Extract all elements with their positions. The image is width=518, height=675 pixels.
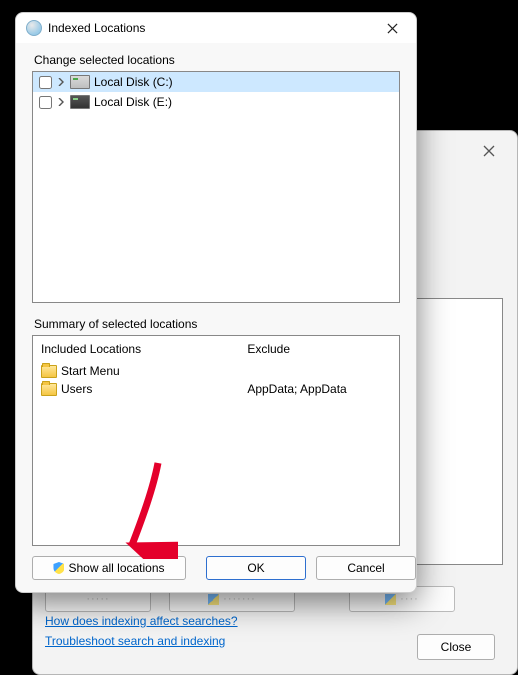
expander-icon[interactable]: [56, 77, 66, 87]
tree-checkbox-e[interactable]: [39, 96, 52, 109]
change-locations-label: Change selected locations: [34, 53, 400, 67]
exclude-value: [247, 362, 391, 380]
locations-tree[interactable]: Local Disk (C:) Local Disk (E:): [32, 71, 400, 303]
dialog-button-row: Show all locations OK Cancel: [32, 556, 400, 580]
exclude-column: Exclude AppData; AppData: [239, 336, 399, 545]
indexing-icon: [26, 20, 42, 36]
ok-label: OK: [247, 561, 264, 575]
ok-button[interactable]: OK: [206, 556, 306, 580]
exclude-header: Exclude: [247, 342, 391, 356]
drive-icon: [70, 75, 90, 89]
cancel-label: Cancel: [347, 561, 384, 575]
parent-close-action-button[interactable]: Close: [417, 634, 495, 660]
tree-label: Local Disk (E:): [94, 95, 172, 109]
expander-icon[interactable]: [56, 97, 66, 107]
folder-icon: [41, 365, 57, 378]
folder-icon: [41, 383, 57, 396]
indexed-locations-dialog: Indexed Locations Change selected locati…: [15, 12, 417, 593]
tree-label: Local Disk (C:): [94, 75, 173, 89]
titlebar: Indexed Locations: [16, 13, 416, 43]
summary-box: Included Locations Start Menu Users Excl…: [32, 335, 400, 546]
included-header: Included Locations: [41, 342, 231, 356]
exclude-text: AppData; AppData: [247, 382, 346, 396]
parent-close-button[interactable]: [471, 137, 507, 165]
summary-label: Summary of selected locations: [34, 317, 400, 331]
included-column: Included Locations Start Menu Users: [33, 336, 239, 545]
tree-row-e[interactable]: Local Disk (E:): [33, 92, 399, 112]
cancel-button[interactable]: Cancel: [316, 556, 416, 580]
included-item[interactable]: Users: [41, 380, 231, 398]
included-label: Users: [61, 382, 92, 396]
tree-row-c[interactable]: Local Disk (C:): [33, 72, 399, 92]
exclude-value: AppData; AppData: [247, 380, 391, 398]
show-all-label: Show all locations: [68, 561, 164, 575]
dialog-title: Indexed Locations: [48, 21, 145, 35]
included-label: Start Menu: [61, 364, 120, 378]
included-item[interactable]: Start Menu: [41, 362, 231, 380]
parent-help-links: How does indexing affect searches? Troub…: [45, 614, 238, 648]
uac-shield-icon: [53, 562, 64, 574]
close-button[interactable]: [374, 15, 410, 41]
tree-checkbox-c[interactable]: [39, 76, 52, 89]
show-all-locations-button[interactable]: Show all locations: [32, 556, 186, 580]
link-troubleshoot-indexing[interactable]: Troubleshoot search and indexing: [45, 634, 238, 648]
link-how-indexing-affects[interactable]: How does indexing affect searches?: [45, 614, 238, 628]
drive-icon: [70, 95, 90, 109]
parent-close-label: Close: [441, 640, 472, 654]
